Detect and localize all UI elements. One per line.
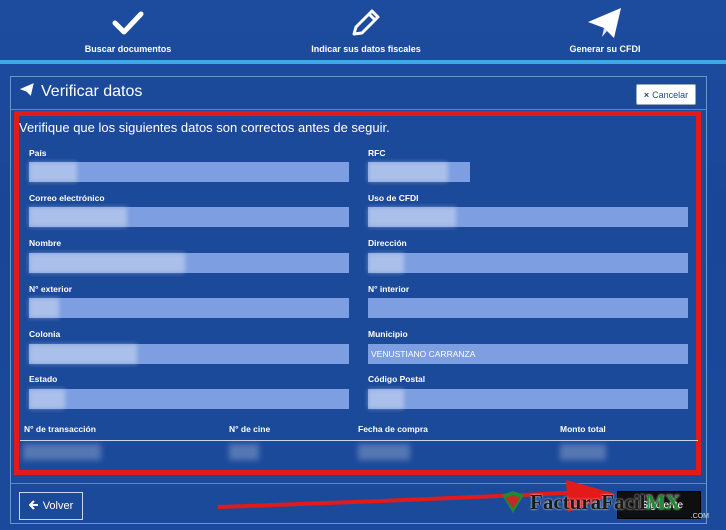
annotation-arrow: [217, 480, 616, 512]
logo-icon: [502, 491, 524, 513]
logo-text: FacturaFacilMX: [530, 489, 681, 514]
facturafacil-logo: FacturaFacilMX .COM: [500, 482, 715, 522]
logo-domain: .COM: [690, 513, 709, 520]
